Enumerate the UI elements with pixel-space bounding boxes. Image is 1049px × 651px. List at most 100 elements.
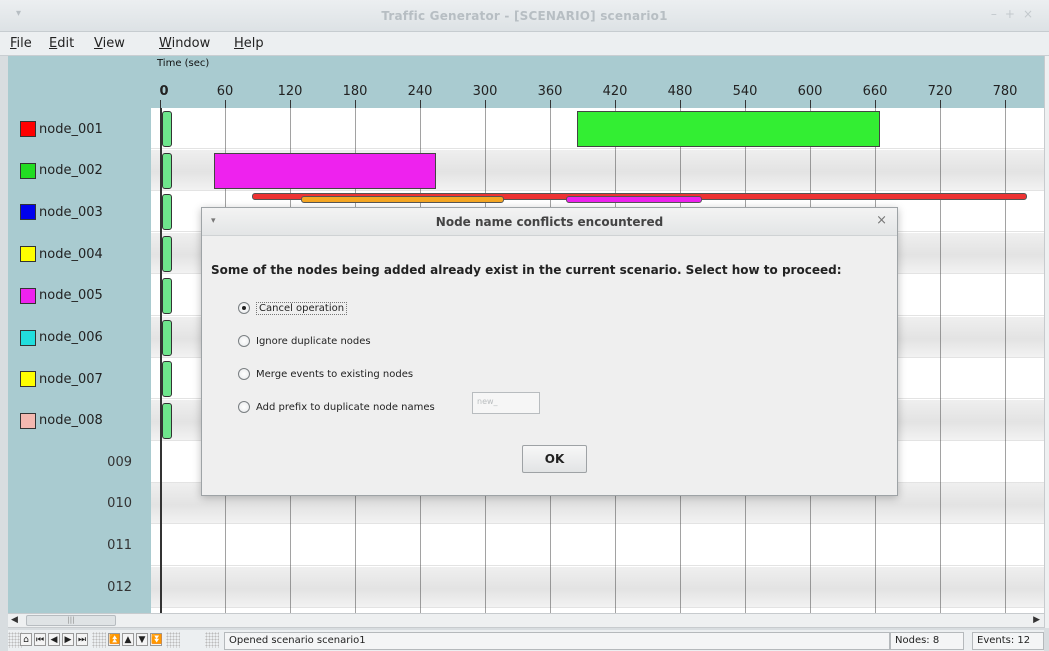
time-axis-label: Time (sec) — [157, 58, 210, 69]
time-tick-label: 600 — [797, 84, 823, 99]
node-start-marker[interactable] — [162, 194, 172, 231]
prefix-input[interactable]: new_ — [472, 392, 540, 414]
event-bar[interactable] — [577, 111, 881, 147]
event-bar[interactable] — [214, 152, 437, 189]
option-add-prefix[interactable]: Add prefix to duplicate node names — [238, 399, 435, 415]
node-color-swatch[interactable] — [20, 329, 36, 346]
menu-view[interactable]: View — [94, 36, 125, 51]
radio-icon[interactable] — [238, 368, 250, 380]
node-start-marker[interactable] — [162, 361, 172, 398]
node-color-swatch[interactable] — [20, 246, 36, 263]
timeline-row[interactable] — [151, 566, 1044, 608]
node-name: node_006 — [39, 330, 103, 345]
node-label[interactable]: node_005 — [20, 285, 103, 307]
time-axis-header: Time (sec) 0 60 120 180 240 300 360 420 480 540 60… — [151, 56, 1044, 108]
first-icon[interactable]: ⏮ — [34, 633, 46, 646]
node-name: node_001 — [39, 121, 103, 137]
node-start-marker[interactable] — [162, 152, 172, 189]
home-icon[interactable]: ⌂ — [20, 633, 32, 646]
menu-help[interactable]: Help — [234, 36, 264, 51]
time-tick-mark — [745, 100, 746, 108]
node-label[interactable]: node_003 — [20, 201, 103, 223]
minimize-icon[interactable]: – — [991, 7, 1005, 21]
node-label[interactable]: node_004 — [20, 243, 103, 265]
node-start-marker[interactable] — [162, 319, 172, 356]
empty-row-number: 012 — [107, 579, 132, 595]
ok-button[interactable]: OK — [522, 445, 587, 473]
status-event-count: Events: 12 — [972, 632, 1044, 650]
node-name: node_005 — [39, 288, 103, 304]
node-color-swatch[interactable] — [20, 371, 36, 388]
node-label[interactable]: node_006 — [20, 327, 103, 349]
time-tick-mark — [1005, 100, 1006, 108]
time-tick-mark — [420, 100, 421, 108]
down-icon[interactable]: ▼ — [136, 633, 148, 646]
radio-icon[interactable] — [238, 401, 250, 413]
window-titlebar: ▾ Traffic Generator - [SCENARIO] scenari… — [0, 0, 1049, 32]
time-tick-label: 300 — [472, 84, 498, 99]
status-message: Opened scenario scenario1 — [224, 632, 890, 650]
option-merge-events[interactable]: Merge events to existing nodes — [238, 366, 413, 382]
node-label[interactable]: node_002 — [20, 160, 103, 182]
menu-window-mnemonic: W — [159, 36, 172, 51]
last-icon[interactable]: ⏭ — [76, 633, 88, 646]
next-icon[interactable]: ▶ — [62, 633, 74, 646]
empty-row-number: 011 — [107, 538, 132, 553]
scrollbar-thumb[interactable]: ||| — [26, 615, 116, 626]
toolbar-grip — [166, 632, 180, 648]
time-tick-mark — [485, 100, 486, 108]
node-label[interactable]: node_008 — [20, 410, 103, 432]
node-color-swatch[interactable] — [20, 287, 36, 304]
bottom-icon[interactable]: ⏬ — [150, 633, 162, 646]
top-icon[interactable]: ⏫ — [108, 633, 120, 646]
maximize-icon[interactable]: + — [1005, 7, 1023, 21]
time-tick-label: 540 — [732, 84, 758, 99]
scroll-left-icon[interactable]: ◀ — [11, 615, 18, 625]
horizontal-scrollbar[interactable]: ◀ ||| ▶ — [8, 613, 1044, 628]
node-color-swatch[interactable] — [20, 121, 36, 137]
prev-icon[interactable]: ◀ — [48, 633, 60, 646]
scroll-right-icon[interactable]: ▶ — [1033, 615, 1040, 625]
radio-selected-icon[interactable] — [238, 302, 250, 314]
option-label: Cancel operation — [256, 301, 348, 315]
option-label: Merge events to existing nodes — [256, 368, 414, 380]
time-tick-label: 360 — [537, 84, 563, 99]
window-controls: –+× — [991, 7, 1041, 21]
menu-edit[interactable]: Edit — [49, 36, 74, 51]
node-label[interactable]: node_001 — [20, 118, 103, 140]
radio-icon[interactable] — [238, 335, 250, 347]
menu-view-mnemonic: V — [94, 36, 103, 51]
menu-file[interactable]: File — [10, 36, 32, 51]
time-tick-label: 120 — [277, 84, 303, 99]
close-icon[interactable]: × — [1023, 7, 1041, 21]
event-bar[interactable] — [300, 196, 505, 204]
up-icon[interactable]: ▲ — [122, 633, 134, 646]
node-color-swatch[interactable] — [20, 162, 36, 179]
statusbar: ⌂ ⏮ ◀ ▶ ⏭ ⏫ ▲ ▼ ⏬ Opened scenario scenar… — [8, 630, 1044, 651]
node-color-swatch[interactable] — [20, 204, 36, 221]
time-tick-label: 240 — [407, 84, 433, 99]
option-cancel-operation[interactable]: Cancel operation — [238, 300, 348, 316]
option-ignore-duplicates[interactable]: Ignore duplicate nodes — [238, 333, 371, 349]
menu-window[interactable]: Window — [159, 36, 210, 51]
menu-help-label: elp — [243, 36, 264, 51]
timeline-row[interactable] — [151, 525, 1044, 566]
node-start-marker[interactable] — [162, 111, 172, 147]
node-start-marker[interactable] — [162, 402, 172, 439]
time-tick-mark — [810, 100, 811, 108]
vertical-scrollbar[interactable] — [1044, 56, 1049, 628]
node-color-swatch[interactable] — [20, 412, 36, 429]
time-tick-label: 180 — [342, 84, 368, 99]
node-label[interactable]: node_007 — [20, 368, 103, 390]
time-tick-mark — [940, 100, 941, 108]
node-start-marker[interactable] — [162, 277, 172, 314]
node-start-marker[interactable] — [162, 236, 172, 273]
menu-file-label: ile — [16, 36, 32, 51]
menu-view-label: iew — [102, 36, 125, 51]
dialog-close-icon[interactable]: × — [876, 213, 887, 228]
empty-row-number: 009 — [107, 454, 132, 470]
node-conflict-dialog: ▾ Node name conflicts encountered × Some… — [201, 207, 898, 496]
node-name: node_003 — [39, 204, 103, 220]
event-bar[interactable] — [566, 196, 702, 204]
node-name: node_002 — [39, 163, 103, 179]
